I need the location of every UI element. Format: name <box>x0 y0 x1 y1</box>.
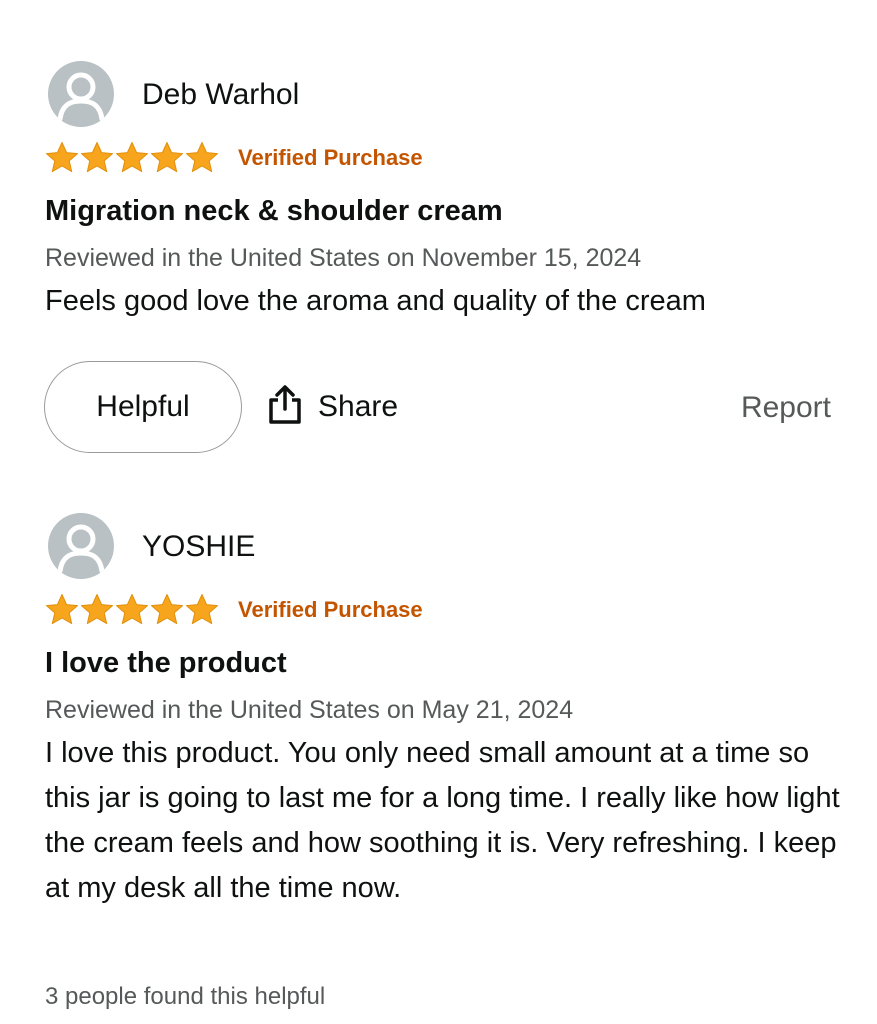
helpful-count: 3 people found this helpful <box>45 983 326 1010</box>
star-icon <box>45 593 79 625</box>
review-title: Migration neck & shoulder cream <box>45 195 503 227</box>
review-date: Reviewed in the United States on May 21,… <box>45 696 574 724</box>
report-link[interactable]: Report <box>741 390 831 426</box>
person-icon <box>57 524 105 574</box>
share-label: Share <box>318 390 399 423</box>
review-title: I love the product <box>45 647 287 679</box>
star-icon <box>80 593 114 625</box>
star-icon <box>115 593 149 625</box>
verified-purchase-badge: Verified Purchase <box>238 145 423 170</box>
reviewer-name: YOSHIE <box>142 530 256 563</box>
star-icon <box>45 141 79 173</box>
share-icon <box>266 384 304 430</box>
share-button[interactable]: Share <box>266 384 399 430</box>
star-rating <box>45 141 219 173</box>
star-rating <box>45 593 219 625</box>
star-icon <box>185 141 219 173</box>
star-icon <box>150 141 184 173</box>
star-icon <box>80 141 114 173</box>
star-icon <box>150 593 184 625</box>
star-icon <box>115 141 149 173</box>
avatar <box>48 61 114 127</box>
helpful-button[interactable]: Helpful <box>44 361 242 453</box>
review-body: I love this product. You only need small… <box>45 737 840 904</box>
verified-purchase-badge: Verified Purchase <box>238 597 423 622</box>
person-icon <box>57 72 105 122</box>
review-date: Reviewed in the United States on Novembe… <box>45 244 642 272</box>
reviewer-name: Deb Warhol <box>142 78 300 111</box>
avatar <box>48 513 114 579</box>
star-icon <box>185 593 219 625</box>
review-body: Feels good love the aroma and quality of… <box>45 285 706 317</box>
